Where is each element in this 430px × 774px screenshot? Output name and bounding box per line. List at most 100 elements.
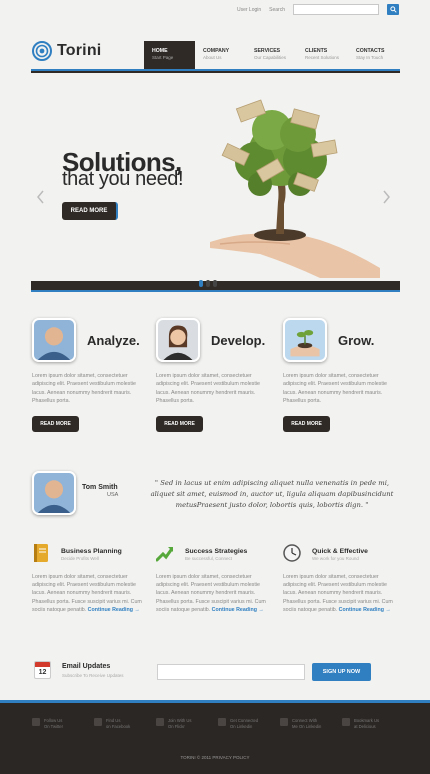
arrow-right-icon: → [258, 606, 264, 613]
nav-item-home[interactable]: Home Start Page [144, 41, 195, 69]
testimonial-name: Tom Smith [82, 484, 118, 491]
nav-item-services[interactable]: Services Our Capabilities [246, 41, 297, 69]
footer [0, 700, 430, 774]
social-line-2: On Flickr [168, 723, 185, 729]
nav-item-subtitle: About Us [203, 55, 222, 60]
flickr-icon [156, 718, 164, 726]
sign-up-button[interactable]: SIGN UP NOW [312, 663, 371, 681]
feature-text: Lorem ipsum dolor sitamet, consectetuer … [283, 373, 387, 404]
facebook-link[interactable]: Find Us on Facebook [94, 718, 130, 729]
logo[interactable]: Torini [32, 41, 101, 61]
block-text: Lorem ipsum dolor sitamet, consectetuer … [283, 573, 396, 614]
copyright: TORINI © 2011 PRIVACY POLICY [180, 755, 250, 760]
nav-item-subtitle: Stay In Touch [356, 55, 384, 60]
slider-pagination [199, 280, 217, 287]
linkedin-icon [218, 718, 226, 726]
social-line-2: On Twitter [44, 723, 64, 729]
calendar-icon: 12 [34, 661, 51, 679]
slider-dot-active[interactable] [199, 280, 203, 287]
feature-read-more-button[interactable]: READ MORE [32, 416, 79, 433]
testimonial-location: USA [107, 492, 119, 498]
clock-icon [283, 544, 301, 562]
hero-read-more-button[interactable]: READ MORE [62, 202, 118, 220]
search-label: Search [269, 6, 285, 13]
money-tree-in-hand-image [210, 99, 380, 278]
social-line-1: Connect With [292, 718, 318, 723]
social-line-2: on Facebook [106, 723, 131, 729]
feature-read-more-button[interactable]: READ MORE [283, 416, 330, 433]
social-label: Join With Us On Flickr [168, 718, 192, 729]
social-line-2: Me On Linkedin [292, 723, 322, 729]
nav-item-title: Services [254, 48, 281, 54]
delicious-icon [342, 718, 350, 726]
continue-reading-link[interactable]: Continue Reading [88, 607, 133, 613]
arrow-right-icon: → [385, 606, 391, 613]
grow-photo [283, 318, 327, 362]
user-login-link[interactable]: User Login [237, 7, 261, 13]
delicious-link[interactable]: Bookmark Us at Delicious [342, 718, 379, 729]
nav-item-title: Company [203, 48, 230, 54]
social-label: Follow Us On Twitter [44, 718, 63, 729]
hero-subtitle: that you need! [62, 168, 184, 190]
arrow-right-icon: → [134, 606, 140, 613]
continue-reading-link[interactable]: Continue Reading [339, 607, 384, 613]
testimonial-quote: " Sed in lacus ut enim adipiscing alique… [150, 479, 394, 509]
search-input[interactable] [293, 4, 379, 15]
twitter-link[interactable]: Follow Us On Twitter [32, 718, 63, 729]
feature-analyze: Analyze. Lorem ipsum dolor sitamet, cons… [32, 318, 150, 433]
social-line-2: On Linkedin [230, 723, 253, 729]
nav-item-title: Clients [305, 48, 328, 54]
nav-item-subtitle: Recent Solutions [305, 55, 340, 60]
success-strategies-block: Success Strategies Be successful, Connec… [156, 543, 274, 614]
slider-dot[interactable] [206, 280, 210, 287]
utility-bar: User Login Search [237, 4, 399, 15]
linkedin-icon [280, 718, 288, 726]
nav-item-clients[interactable]: Clients Recent Solutions [297, 41, 348, 69]
feature-title: Grow. [338, 333, 375, 348]
business-planning-block: Business Planning Decide Profits Well Lo… [32, 543, 150, 614]
search-button[interactable] [387, 4, 399, 15]
block-subtitle: Be successful, Connect [185, 556, 233, 561]
email-updates-title: Email Updates [62, 663, 111, 670]
nav-item-contacts[interactable]: Contacts Stay In Touch [348, 41, 399, 69]
growth-arrow-icon [156, 547, 173, 562]
block-title: Success Strategies [185, 548, 248, 555]
calendar-day: 12 [38, 669, 47, 676]
slider-dot[interactable] [213, 280, 217, 287]
social-line-1: Follow Us [44, 718, 63, 723]
logo-mark-icon [32, 41, 52, 61]
continue-reading-link[interactable]: Continue Reading [212, 607, 257, 613]
header-divider [31, 69, 400, 73]
analyze-photo [32, 318, 76, 362]
block-subtitle: Decide Profits Well [61, 556, 99, 561]
slider-prev-arrow-icon[interactable] [36, 190, 45, 204]
social-line-1: Join With Us [168, 718, 192, 723]
linkedin-me-link[interactable]: Connect With Me On Linkedin [280, 718, 321, 729]
brand-name: Torini [57, 42, 102, 59]
block-title: Business Planning [61, 548, 122, 555]
email-updates-subtitle: Subscribe To Receive Updates [62, 673, 124, 678]
feature-title: Analyze. [87, 333, 140, 348]
social-line-2: at Delicious [354, 723, 376, 729]
nav-item-subtitle: Our Capabilities [254, 55, 287, 60]
linkedin-link[interactable]: Get Connected On Linkedin [218, 718, 258, 729]
main-nav: Home Start Page Company About Us Service… [144, 41, 399, 69]
block-subtitle: We work for you Round [312, 556, 359, 561]
feature-title: Develop. [211, 333, 266, 348]
nav-item-company[interactable]: Company About Us [195, 41, 246, 69]
nav-item-title: Contacts [356, 48, 385, 54]
feature-text: Lorem ipsum dolor sitamet, consectetuer … [32, 373, 136, 404]
block-title: Quick & Effective [312, 548, 368, 555]
slider-next-arrow-icon[interactable] [382, 190, 391, 204]
feature-read-more-button[interactable]: READ MORE [156, 416, 203, 433]
social-line-1: Bookmark Us [354, 718, 380, 723]
feature-grow: Grow. Lorem ipsum dolor sitamet, consect… [283, 318, 401, 433]
flickr-link[interactable]: Join With Us On Flickr [156, 718, 192, 729]
social-label: Get Connected On Linkedin [230, 718, 258, 729]
social-label: Bookmark Us at Delicious [354, 718, 379, 729]
develop-photo [156, 318, 200, 362]
search-icon [389, 6, 397, 13]
block-text: Lorem ipsum dolor sitamet, consectetuer … [156, 573, 269, 614]
email-field[interactable] [157, 664, 305, 680]
testimonial-avatar [32, 471, 76, 515]
